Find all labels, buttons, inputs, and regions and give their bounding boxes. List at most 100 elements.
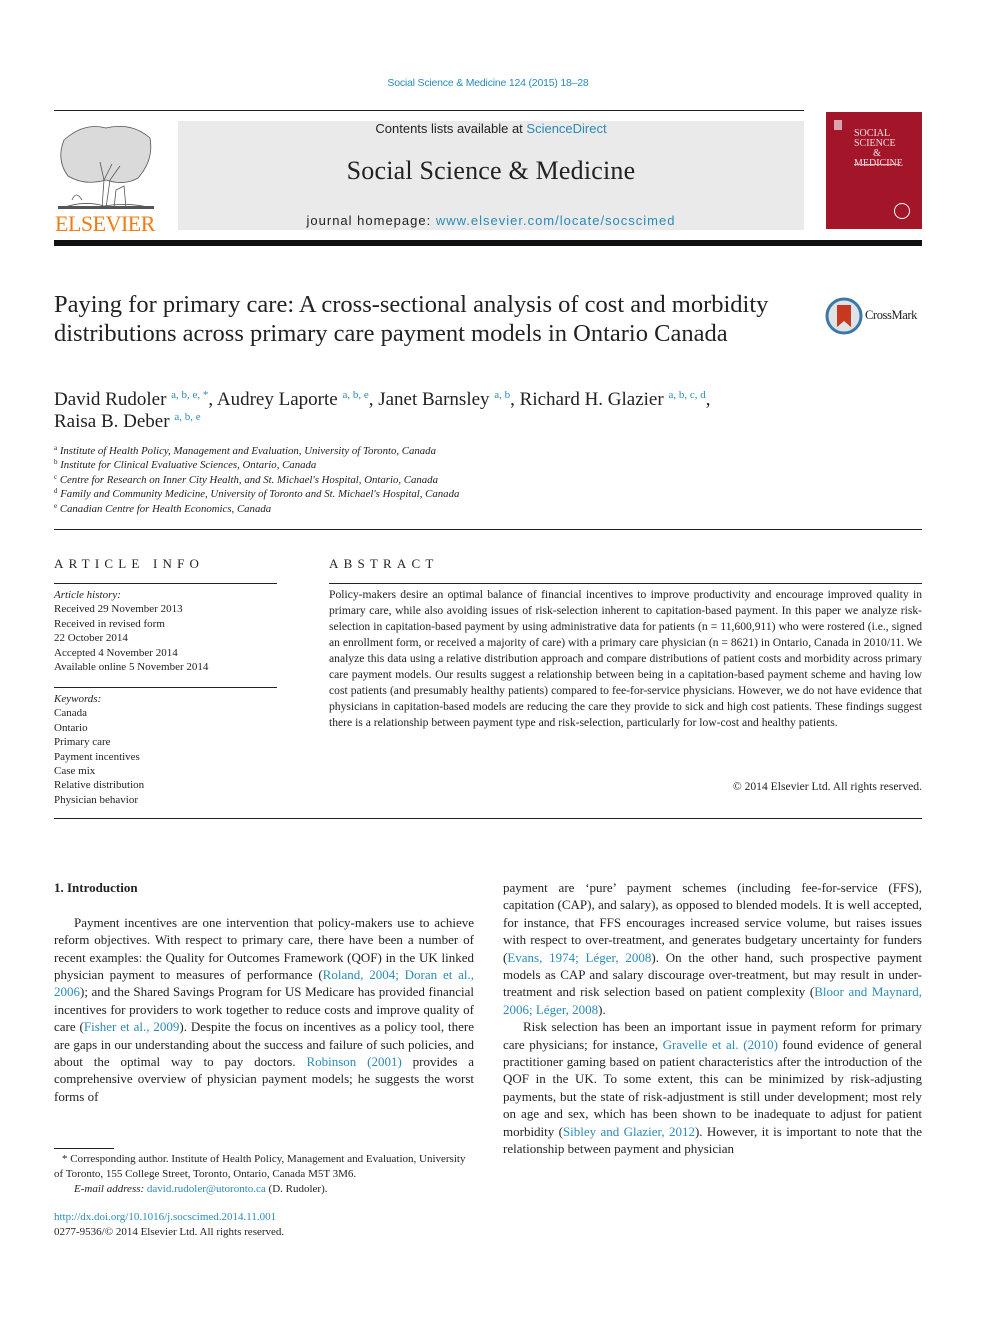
- author[interactable]: David Rudoler a, b, e, *: [54, 389, 208, 410]
- author-separator: ,: [208, 389, 217, 410]
- corresponding-author-footnote: * Corresponding author. Institute of Hea…: [54, 1152, 474, 1196]
- journal-homepage-line: journal homepage: www.elsevier.com/locat…: [178, 213, 804, 228]
- journal-citation[interactable]: Social Science & Medicine 124 (2015) 18–…: [0, 77, 976, 89]
- history-item: Received in revised form: [54, 617, 165, 630]
- author-affiliation-marks[interactable]: a, b: [494, 389, 510, 401]
- abstract-text: Policy-makers desire an optimal balance …: [329, 588, 922, 729]
- history-item: Received 29 November 2013: [54, 603, 183, 616]
- affiliation-text: Centre for Research on Inner City Health…: [59, 473, 438, 486]
- header-thick-rule: [54, 240, 922, 246]
- keyword: Case mix: [54, 765, 96, 778]
- elsevier-wordmark[interactable]: ELSEVIER: [54, 211, 156, 237]
- author-separator: ,: [368, 389, 379, 410]
- issn-copyright: 0277-9536/© 2014 Elsevier Ltd. All right…: [54, 1226, 285, 1238]
- crossmark-label: CrossMark: [865, 308, 917, 322]
- author[interactable]: Richard H. Glazier a, b, c, d: [520, 389, 706, 410]
- crossmark-icon: [825, 297, 863, 335]
- doi-block: http://dx.doi.org/10.1016/j.socscimed.20…: [54, 1210, 474, 1240]
- affiliation-text: Canadian Centre for Health Economics, Ca…: [59, 502, 272, 515]
- author[interactable]: Raisa B. Deber a, b, e: [54, 411, 201, 432]
- author-name: Richard H. Glazier: [519, 389, 664, 410]
- author-email-link[interactable]: david.rudoler@utoronto.ca: [147, 1183, 266, 1195]
- affiliation-key: c: [54, 472, 58, 481]
- section-rule: [54, 529, 922, 530]
- affiliation-key: e: [54, 501, 58, 510]
- affiliation-text: Institute for Clinical Evaluative Scienc…: [60, 459, 317, 472]
- body-left-column: 1. Introduction Payment incentives are o…: [54, 879, 474, 1105]
- citation-link[interactable]: Sibley and Glazier, 2012: [563, 1124, 695, 1139]
- article-info-rule: [54, 583, 277, 584]
- header-rule: [54, 110, 804, 111]
- sciencedirect-link[interactable]: ScienceDirect: [526, 121, 606, 136]
- journal-homepage-link[interactable]: www.elsevier.com/locate/socscimed: [436, 213, 676, 228]
- author-name: Raisa B. Deber: [54, 411, 170, 432]
- journal-title: Social Science & Medicine: [346, 156, 636, 185]
- affiliation: c Centre for Research on Inner City Heal…: [54, 473, 654, 487]
- crossmark-button[interactable]: CrossMark: [825, 296, 925, 336]
- keywords-list: Keywords: Canada Ontario Primary care Pa…: [54, 692, 277, 807]
- email-label: E-mail address:: [74, 1182, 147, 1195]
- abstract-rule: [329, 583, 922, 584]
- citation-link[interactable]: Fisher et al., 2009: [84, 1019, 179, 1034]
- keywords-label: Keywords:: [54, 693, 102, 705]
- author-separator: ,: [705, 389, 711, 410]
- affiliation: d Family and Community Medicine, Univers…: [54, 487, 654, 501]
- email-suffix: (D. Rudoler).: [265, 1182, 328, 1195]
- body-right-column: payment are ‘pure’ payment schemes (incl…: [503, 879, 922, 1158]
- affiliation-key: a: [54, 444, 58, 452]
- article-title: Paying for primary care: A cross-section…: [54, 291, 769, 347]
- keyword: Ontario: [54, 721, 88, 734]
- keyword: Primary care: [54, 736, 111, 749]
- section-heading-introduction: 1. Introduction: [54, 880, 138, 895]
- doi-link[interactable]: http://dx.doi.org/10.1016/j.socscimed.20…: [54, 1210, 474, 1225]
- journal-cover-thumbnail[interactable]: SOCIAL SCIENCE & MEDICINE: [826, 112, 922, 229]
- author-affiliation-marks[interactable]: a, b, e, *: [171, 389, 208, 401]
- contents-prefix: Contents lists available at: [375, 121, 527, 136]
- paragraph-text: ).: [598, 1001, 606, 1017]
- footnote-rule: [54, 1148, 114, 1149]
- email-line: E-mail address: david.rudoler@utoronto.c…: [54, 1182, 474, 1197]
- abstract-copyright: © 2014 Elsevier Ltd. All rights reserved…: [732, 780, 922, 793]
- citation-link[interactable]: Evans, 1974; Léger, 2008: [507, 950, 651, 965]
- affiliation-key: b: [54, 458, 58, 467]
- keyword: Relative distribution: [54, 779, 145, 792]
- author-name: Janet Barnsley: [378, 389, 490, 410]
- author[interactable]: Audrey Laporte a, b, e: [217, 389, 369, 410]
- history-item: Accepted 4 November 2014: [54, 646, 178, 659]
- keywords-rule: [54, 687, 277, 688]
- affiliation-text: Family and Community Medicine, Universit…: [60, 488, 460, 501]
- corresponding-author-note: * Corresponding author. Institute of Hea…: [54, 1153, 466, 1180]
- intro-paragraph: Payment incentives are one intervention …: [54, 914, 474, 1105]
- cover-publisher-mark-icon: [834, 120, 842, 130]
- cover-title: SOCIAL SCIENCE & MEDICINE: [854, 129, 903, 169]
- homepage-label: journal homepage:: [306, 213, 436, 228]
- affiliation-list: a Institute of Health Policy, Management…: [54, 444, 654, 516]
- author-name: Audrey Laporte: [216, 389, 338, 410]
- history-item: 22 October 2014: [54, 632, 128, 645]
- article-info-heading: ARTICLE INFO: [54, 556, 205, 571]
- affiliation-text: Institute of Health Policy, Management a…: [59, 445, 436, 457]
- abstract-heading: ABSTRACT: [329, 556, 439, 571]
- author-affiliation-marks[interactable]: a, b, e: [174, 411, 200, 423]
- cover-divider: [854, 164, 900, 165]
- intro-paragraph-continued: payment are ‘pure’ payment schemes (incl…: [503, 879, 922, 1018]
- keyword: Physician behavior: [54, 793, 139, 806]
- abstract-bottom-rule: [54, 818, 922, 819]
- author-affiliation-marks[interactable]: a, b, e: [342, 389, 368, 401]
- affiliation-key: d: [54, 487, 58, 496]
- cover-badge-icon: [894, 203, 910, 219]
- affiliation: a Institute of Health Policy, Management…: [54, 444, 654, 458]
- keyword: Payment incentives: [54, 750, 140, 763]
- risk-selection-paragraph: Risk selection has been an important iss…: [503, 1018, 922, 1157]
- keyword: Canada: [54, 707, 87, 720]
- citation-link[interactable]: Robinson (2001): [306, 1054, 401, 1069]
- citation-link[interactable]: Gravelle et al. (2010): [663, 1037, 778, 1052]
- author-affiliation-marks[interactable]: a, b, c, d: [668, 389, 705, 401]
- contents-line: Contents lists available at ScienceDirec…: [178, 121, 804, 136]
- author[interactable]: Janet Barnsley a, b: [378, 389, 510, 410]
- history-item: Available online 5 November 2014: [54, 661, 209, 674]
- author-name: David Rudoler: [54, 389, 167, 410]
- author-separator: ,: [510, 389, 520, 410]
- author-list: David Rudoler a, b, e, *, Audrey Laporte…: [54, 389, 814, 433]
- affiliation: e Canadian Centre for Health Economics, …: [54, 502, 654, 516]
